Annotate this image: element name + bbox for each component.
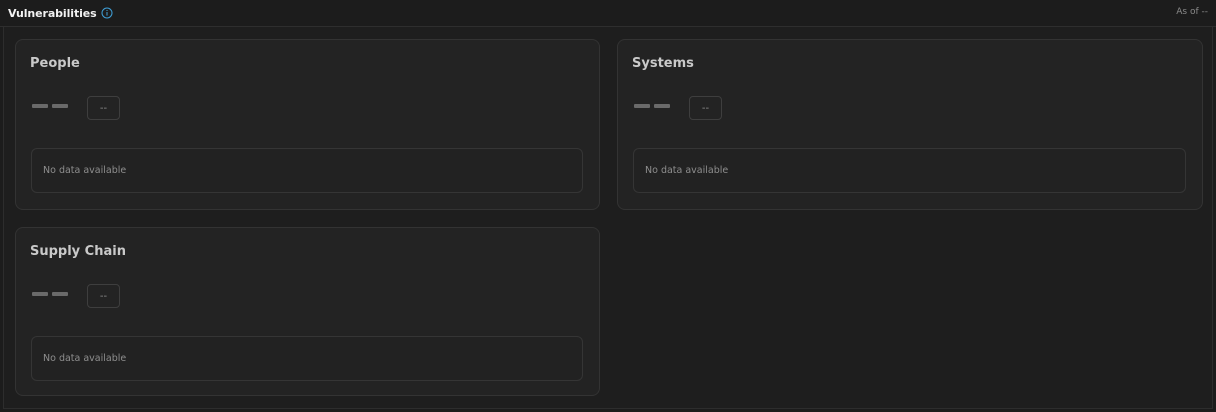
dash: [654, 104, 670, 108]
card-systems[interactable]: Systems -- No data available: [617, 39, 1203, 210]
people-change-badge: --: [87, 96, 120, 120]
card-title-people: People: [30, 56, 80, 71]
systems-value-placeholder: [634, 104, 670, 108]
dash: [52, 104, 68, 108]
people-value-placeholder: [32, 104, 68, 108]
supply-chain-change-badge: --: [87, 284, 120, 308]
supply-chain-no-data: No data available: [31, 336, 583, 381]
card-title-systems: Systems: [632, 56, 694, 71]
vulnerabilities-panel: Vulnerabilities As of -- People -- No da…: [0, 0, 1216, 412]
people-no-data: No data available: [31, 148, 583, 193]
dash: [32, 104, 48, 108]
as-of-timestamp: As of --: [1176, 7, 1208, 17]
supply-chain-value-placeholder: [32, 292, 68, 296]
panel-header: Vulnerabilities As of --: [0, 0, 1216, 27]
dash: [52, 292, 68, 296]
cards-container: People -- No data available Systems -- N…: [3, 27, 1213, 409]
systems-change-badge: --: [689, 96, 722, 120]
card-supply-chain[interactable]: Supply Chain -- No data available: [15, 227, 600, 396]
panel-title: Vulnerabilities: [8, 6, 97, 20]
card-people[interactable]: People -- No data available: [15, 39, 600, 210]
card-title-supply-chain: Supply Chain: [30, 244, 126, 259]
dash: [634, 104, 650, 108]
dash: [32, 292, 48, 296]
systems-no-data: No data available: [633, 148, 1186, 193]
info-icon[interactable]: [101, 7, 113, 19]
